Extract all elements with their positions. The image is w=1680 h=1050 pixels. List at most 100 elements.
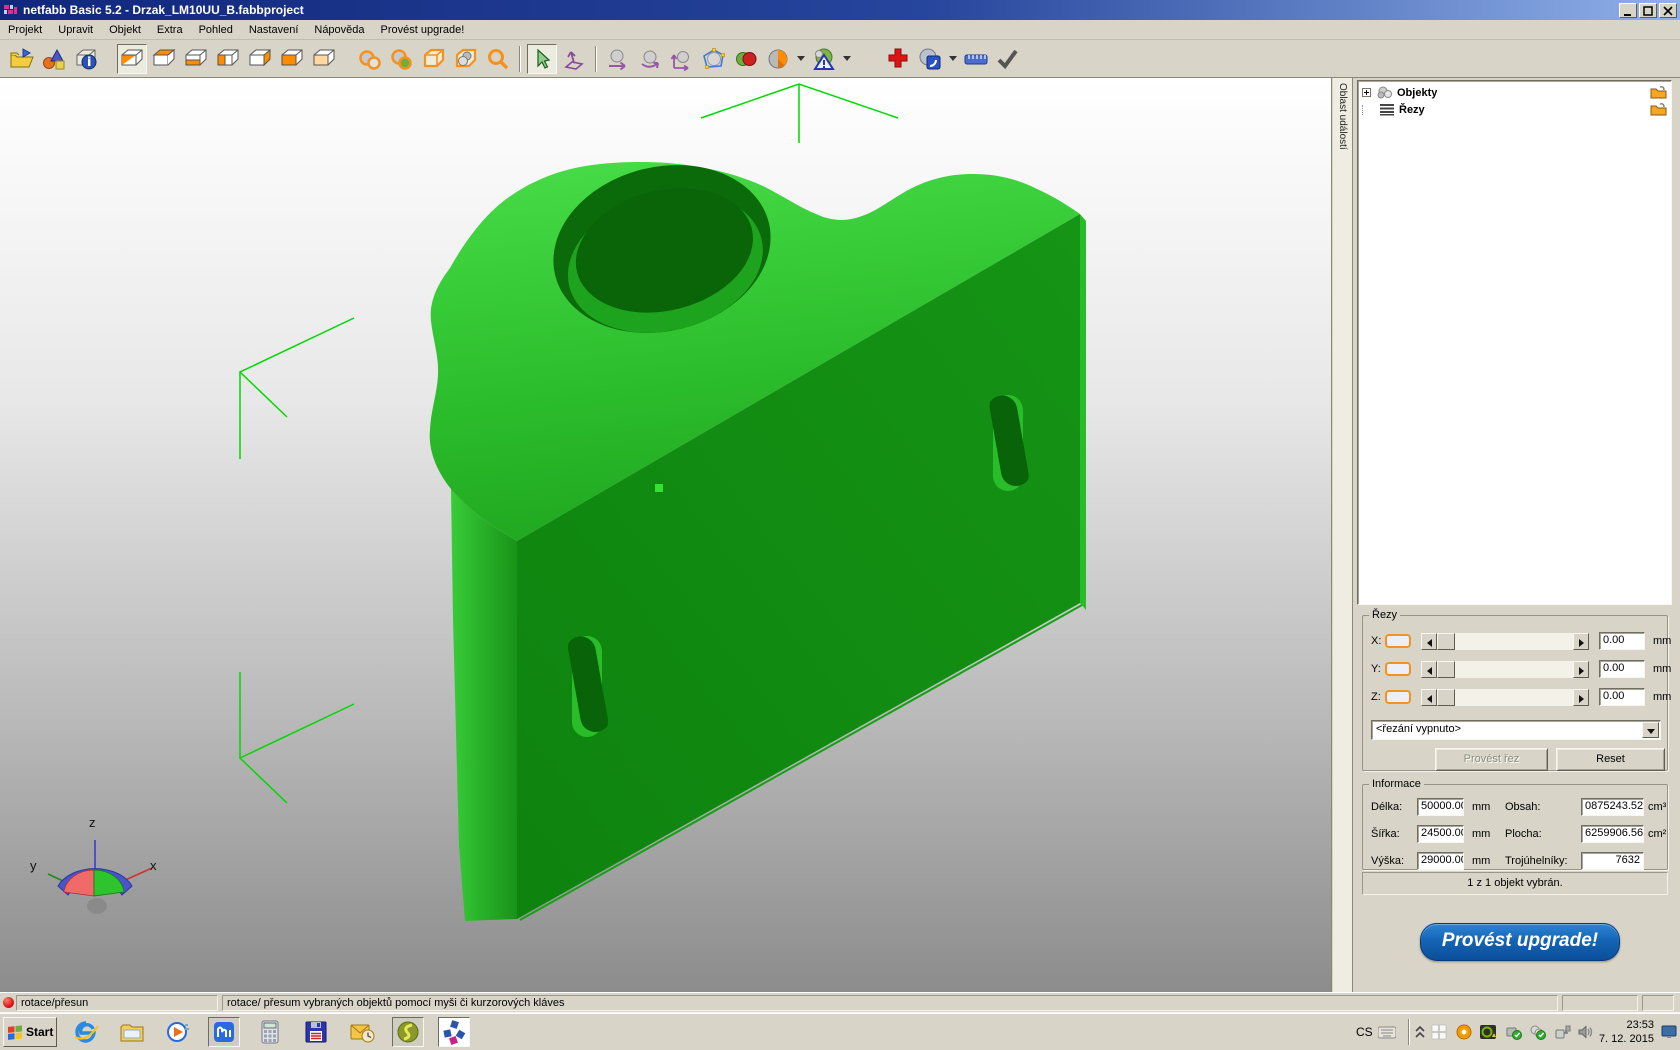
dropdown-arrow-icon[interactable]: [1642, 722, 1659, 738]
rotate-part-icon[interactable]: [635, 44, 665, 74]
upgrade-button[interactable]: Provést upgrade!: [1420, 923, 1620, 961]
slider-thumb[interactable]: [1437, 633, 1455, 650]
slider-thumb[interactable]: [1437, 689, 1455, 706]
view-front-icon[interactable]: [277, 44, 307, 74]
view-back-icon[interactable]: [309, 44, 339, 74]
events-panel-tab[interactable]: Oblast událostí: [1333, 78, 1353, 992]
cut-part-icon[interactable]: [763, 44, 793, 74]
cut-dropdown-caret[interactable]: [797, 56, 805, 61]
ie-shortcut[interactable]: [70, 1017, 102, 1047]
select-single-icon[interactable]: [387, 44, 417, 74]
support-structure-icon[interactable]: [915, 44, 945, 74]
netfabb-task[interactable]: [438, 1017, 470, 1047]
menu-objekt[interactable]: Objekt: [101, 22, 149, 38]
open-project-icon[interactable]: [7, 44, 37, 74]
model-bearing-holder[interactable]: [430, 143, 1086, 921]
slice-x-slider[interactable]: [1421, 633, 1589, 650]
slider-track[interactable]: [1437, 661, 1573, 678]
slice-x-value[interactable]: 0.00: [1599, 632, 1645, 650]
media-player-shortcut[interactable]: [162, 1017, 194, 1047]
green-s-app-shortcut[interactable]: [392, 1017, 424, 1047]
close-button[interactable]: [1659, 3, 1677, 18]
edit-hull-icon[interactable]: [699, 44, 729, 74]
slider-right-arrow[interactable]: [1573, 689, 1589, 706]
slider-right-arrow[interactable]: [1573, 661, 1589, 678]
scale-part-icon[interactable]: [667, 44, 697, 74]
slider-left-arrow[interactable]: [1421, 661, 1437, 678]
boolean-operation-icon[interactable]: [731, 44, 761, 74]
menu-pohled[interactable]: Pohled: [191, 22, 241, 38]
slice-x-checkbox[interactable]: [1385, 634, 1411, 648]
zoom-icon[interactable]: [483, 44, 513, 74]
select-cursor-icon[interactable]: [527, 44, 557, 74]
maximize-button[interactable]: [1639, 3, 1657, 18]
slice-z-value[interactable]: 0.00: [1599, 688, 1645, 706]
nvidia-tray-icon[interactable]: [1479, 1023, 1497, 1041]
expand-icon[interactable]: [1362, 88, 1371, 97]
show-desktop-button[interactable]: [1660, 1021, 1678, 1043]
slider-track[interactable]: [1437, 633, 1573, 650]
load-objects-folder-icon[interactable]: [1650, 86, 1667, 99]
language-indicator[interactable]: CS: [1356, 1025, 1373, 1039]
repair-part-icon[interactable]: [809, 44, 839, 74]
menu-upravit[interactable]: Upravit: [50, 22, 101, 38]
execute-cut-button[interactable]: Provést řez: [1435, 748, 1548, 771]
repair-dropdown-caret[interactable]: [843, 56, 851, 61]
triangles-value[interactable]: 7632: [1581, 852, 1644, 870]
volume-tray-icon[interactable]: [1576, 1023, 1594, 1041]
width-value[interactable]: 24500.00: [1417, 825, 1464, 843]
explorer-shortcut[interactable]: [116, 1017, 148, 1047]
object-tree[interactable]: Objekty Řezy: [1357, 80, 1672, 605]
menu-provest-upgrade[interactable]: Provést upgrade!: [373, 22, 473, 38]
add-part-icon[interactable]: [883, 44, 913, 74]
start-button[interactable]: Start: [3, 1017, 57, 1047]
tree-item-objekty[interactable]: Objekty: [1358, 84, 1671, 101]
outlook-shortcut[interactable]: [346, 1017, 378, 1047]
measure-icon[interactable]: [961, 44, 991, 74]
validate-icon[interactable]: [993, 44, 1023, 74]
part-info-icon[interactable]: [71, 44, 101, 74]
slice-y-slider[interactable]: [1421, 661, 1589, 678]
move-part-icon[interactable]: [603, 44, 633, 74]
minimize-button[interactable]: [1619, 3, 1637, 18]
slice-z-checkbox[interactable]: [1385, 690, 1411, 704]
menu-extra[interactable]: Extra: [149, 22, 191, 38]
windows-tray-icon[interactable]: [1430, 1023, 1448, 1041]
volume-value[interactable]: 0875243.52: [1581, 798, 1644, 816]
selection-box-icon[interactable]: [419, 44, 449, 74]
reset-button[interactable]: Reset: [1556, 748, 1665, 771]
view-left-icon[interactable]: [213, 44, 243, 74]
view-right-icon[interactable]: [245, 44, 275, 74]
slider-thumb[interactable]: [1437, 661, 1455, 678]
antivirus-tray-icon[interactable]: [1455, 1023, 1473, 1041]
view-bottom-icon[interactable]: [181, 44, 211, 74]
calculator-shortcut[interactable]: [254, 1017, 286, 1047]
tray-clock[interactable]: 23:53 7. 12. 2015: [1594, 1018, 1654, 1046]
sync-tray-icon[interactable]: [1528, 1023, 1546, 1041]
load-slices-folder-icon[interactable]: [1650, 103, 1667, 116]
title-bar[interactable]: netfabb Basic 5.2 - Drzak_LM10UU_B.fabbp…: [0, 0, 1680, 20]
cutting-mode-dropdown[interactable]: <řezání vypnuto>: [1371, 720, 1661, 740]
slider-left-arrow[interactable]: [1421, 633, 1437, 650]
menu-napoveda[interactable]: Nápověda: [306, 22, 372, 38]
usb-tray-icon[interactable]: [1504, 1023, 1522, 1041]
menu-nastaveni[interactable]: Nastavení: [241, 22, 307, 38]
slice-z-slider[interactable]: [1421, 689, 1589, 706]
select-spheres-icon[interactable]: [355, 44, 385, 74]
select-in-box-icon[interactable]: [451, 44, 481, 74]
maxthon-shortcut[interactable]: [208, 1017, 240, 1047]
new-shapes-icon[interactable]: [39, 44, 69, 74]
view-iso-icon[interactable]: [117, 44, 147, 74]
menu-projekt[interactable]: Projekt: [0, 22, 50, 38]
slider-right-arrow[interactable]: [1573, 633, 1589, 650]
height-value[interactable]: 29000.00: [1417, 852, 1464, 870]
slice-y-value[interactable]: 0.00: [1599, 660, 1645, 678]
keyboard-layout-icon[interactable]: [1378, 1023, 1396, 1041]
rotate-view-icon[interactable]: [559, 44, 589, 74]
support-dropdown-caret[interactable]: [949, 56, 957, 61]
device-tray-icon[interactable]: [1553, 1023, 1571, 1041]
tree-item-rezy[interactable]: Řezy: [1358, 101, 1671, 118]
slider-track[interactable]: [1437, 689, 1573, 706]
slider-left-arrow[interactable]: [1421, 689, 1437, 706]
length-value[interactable]: 50000.00: [1417, 798, 1464, 816]
